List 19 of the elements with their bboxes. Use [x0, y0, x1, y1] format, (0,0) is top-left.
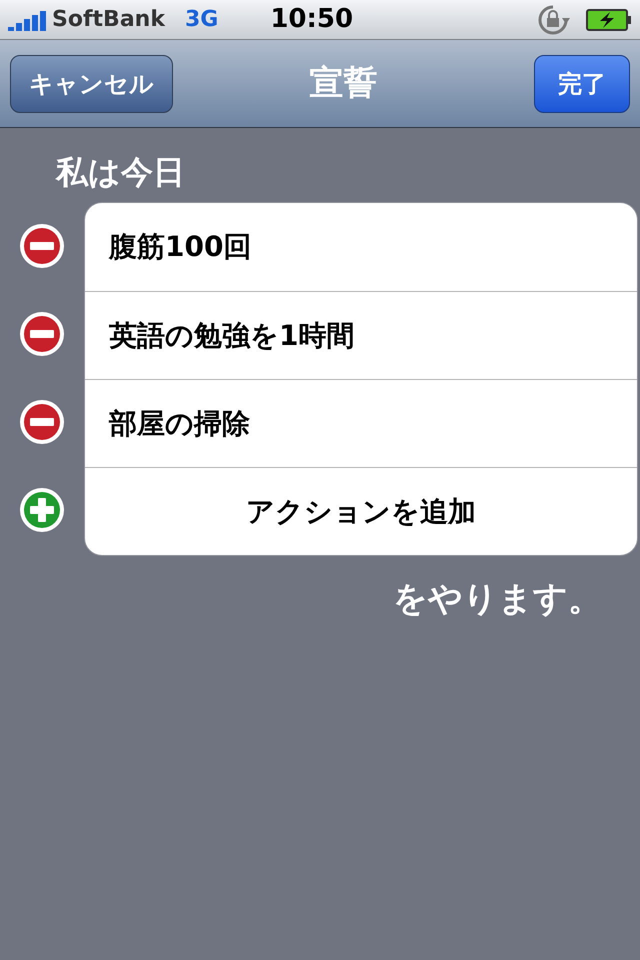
delete-icon[interactable] — [18, 222, 66, 270]
carrier-name: SoftBank — [52, 6, 165, 34]
signal-icon — [8, 8, 48, 30]
action-row[interactable]: 腹筋100回 — [85, 203, 637, 291]
section-footer: をやります。 — [393, 574, 602, 625]
delete-icon[interactable] — [18, 310, 66, 358]
done-button[interactable]: 完了 — [534, 54, 630, 112]
action-row[interactable]: 英語の勉強を1時間 — [85, 291, 637, 379]
clock-time: 10:50 — [270, 3, 354, 36]
network-type: 3G — [184, 6, 218, 34]
rotation-lock-icon — [536, 2, 570, 36]
add-icon[interactable] — [18, 486, 66, 534]
add-action-row[interactable]: アクションを追加 — [85, 467, 637, 555]
action-row[interactable]: 部屋の掃除 — [85, 379, 637, 467]
nav-title: 宣誓 — [310, 62, 378, 105]
cancel-button[interactable]: キャンセル — [10, 54, 173, 112]
delete-icon[interactable] — [18, 398, 66, 446]
battery-charging-icon — [586, 8, 632, 30]
section-header: 私は今日 — [56, 152, 186, 193]
